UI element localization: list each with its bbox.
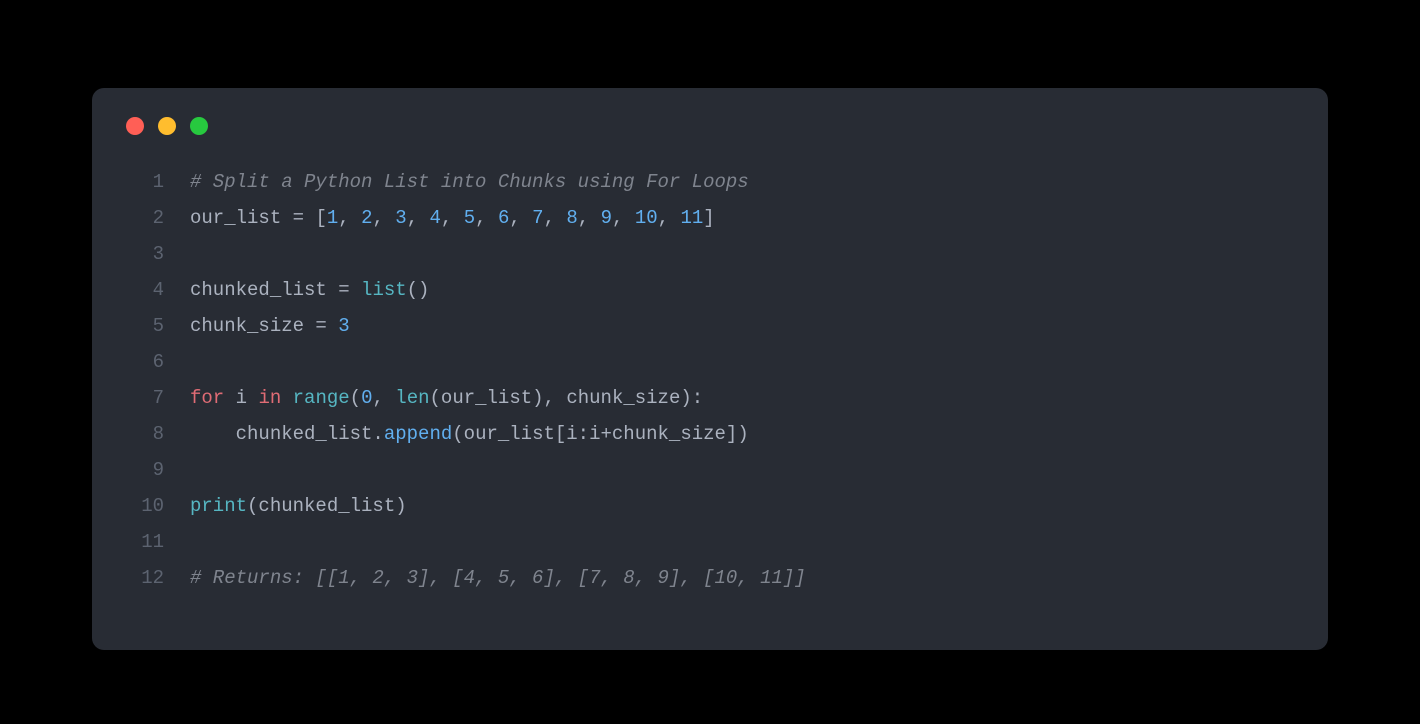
line-number: 11 <box>126 524 164 560</box>
code-token: 9 <box>601 207 612 229</box>
line-number: 12 <box>126 560 164 596</box>
line-number: 7 <box>126 380 164 416</box>
code-window: 1 # Split a Python List into Chunks using… <box>92 88 1328 650</box>
code-line: 9 <box>126 452 1294 488</box>
line-number: 9 <box>126 452 164 488</box>
code-token: ] <box>703 207 714 229</box>
code-token: 4 <box>430 207 441 229</box>
code-token: # Split a Python List into Chunks using … <box>190 171 749 193</box>
code-token: (our_list[i:i <box>452 423 600 445</box>
code-token: 11 <box>680 207 703 229</box>
code-token: chunk_size <box>190 315 315 337</box>
code-token: , <box>441 207 464 229</box>
code-token <box>327 315 338 337</box>
line-content <box>164 344 201 380</box>
window-controls <box>126 116 1294 136</box>
code-line: 5chunk_size = 3 <box>126 308 1294 344</box>
code-token: 0 <box>361 387 372 409</box>
code-token: 1 <box>327 207 338 229</box>
code-token: , <box>658 207 681 229</box>
code-token: chunked_list <box>190 279 338 301</box>
code-token: range <box>293 387 350 409</box>
code-token: = <box>315 315 326 337</box>
code-line: 7for i in range(0, len(our_list), chunk_… <box>126 380 1294 416</box>
code-token: , <box>338 207 361 229</box>
code-token: 7 <box>532 207 543 229</box>
code-token: in <box>258 387 281 409</box>
code-token: = <box>338 279 349 301</box>
code-line: 10print(chunked_list) <box>126 488 1294 524</box>
line-content <box>164 524 201 560</box>
line-content: chunk_size = 3 <box>164 308 350 344</box>
line-number: 1 <box>126 164 164 200</box>
code-line: 3 <box>126 236 1294 272</box>
zoom-icon[interactable] <box>190 117 208 135</box>
line-number: 2 <box>126 200 164 236</box>
code-token: , <box>372 387 395 409</box>
code-token: 3 <box>395 207 406 229</box>
code-token: (chunked_list) <box>247 495 407 517</box>
code-token: ( <box>350 387 361 409</box>
code-token: , <box>372 207 395 229</box>
line-content: our_list = [1, 2, 3, 4, 5, 6, 7, 8, 9, 1… <box>164 200 715 236</box>
code-token: # Returns: [[1, 2, 3], [4, 5, 6], [7, 8,… <box>190 567 806 589</box>
line-number: 10 <box>126 488 164 524</box>
code-token: 3 <box>338 315 349 337</box>
code-line: 12 # Returns: [[1, 2, 3], [4, 5, 6], [7, … <box>126 560 1294 596</box>
line-content: # Split a Python List into Chunks using … <box>164 164 749 200</box>
code-line: 11 <box>126 524 1294 560</box>
code-token: + <box>601 423 612 445</box>
code-token: append <box>384 423 452 445</box>
code-block: 1 # Split a Python List into Chunks using… <box>126 164 1294 596</box>
code-line: 1 # Split a Python List into Chunks using… <box>126 164 1294 200</box>
code-token: 2 <box>361 207 372 229</box>
line-content <box>164 236 201 272</box>
line-number: 3 <box>126 236 164 272</box>
line-content: chunked_list = list() <box>164 272 429 308</box>
code-token: (our_list), chunk_size): <box>430 387 704 409</box>
line-number: 6 <box>126 344 164 380</box>
close-icon[interactable] <box>126 117 144 135</box>
code-line: 6 <box>126 344 1294 380</box>
code-token: () <box>407 279 430 301</box>
code-token: , <box>612 207 635 229</box>
code-line: 2our_list = [1, 2, 3, 4, 5, 6, 7, 8, 9, … <box>126 200 1294 236</box>
code-token: for <box>190 387 224 409</box>
line-content: for i in range(0, len(our_list), chunk_s… <box>164 380 703 416</box>
line-content <box>164 452 201 488</box>
code-token: print <box>190 495 247 517</box>
code-token: , <box>578 207 601 229</box>
code-token <box>281 387 292 409</box>
minimize-icon[interactable] <box>158 117 176 135</box>
code-token: i <box>224 387 258 409</box>
code-line: 8 chunked_list.append(our_list[i:i+chunk… <box>126 416 1294 452</box>
code-token: 8 <box>566 207 577 229</box>
line-content: # Returns: [[1, 2, 3], [4, 5, 6], [7, 8,… <box>164 560 806 596</box>
code-token: , <box>544 207 567 229</box>
code-token: = <box>293 207 304 229</box>
code-token <box>304 207 315 229</box>
code-token: our_list <box>190 207 293 229</box>
line-number: 8 <box>126 416 164 452</box>
line-number: 4 <box>126 272 164 308</box>
code-token: , <box>407 207 430 229</box>
code-token: chunk_size]) <box>612 423 749 445</box>
line-content: chunked_list.append(our_list[i:i+chunk_s… <box>164 416 749 452</box>
code-token <box>350 279 361 301</box>
code-token: chunked_list. <box>190 423 384 445</box>
code-token: 10 <box>635 207 658 229</box>
code-token: , <box>475 207 498 229</box>
line-content: print(chunked_list) <box>164 488 407 524</box>
code-token: 5 <box>464 207 475 229</box>
code-token: len <box>395 387 429 409</box>
code-line: 4chunked_list = list() <box>126 272 1294 308</box>
line-number: 5 <box>126 308 164 344</box>
code-token: 6 <box>498 207 509 229</box>
code-token: list <box>361 279 407 301</box>
code-token: [ <box>315 207 326 229</box>
code-token: , <box>509 207 532 229</box>
